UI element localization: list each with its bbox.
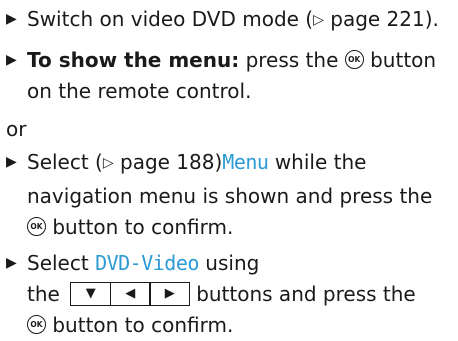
step-text-line: navigation menu is shown and press the (27, 184, 433, 208)
step-text-line: on the remote control. (27, 79, 252, 103)
left-arrow-button-icon: ◀ (109, 281, 151, 306)
step-heading: To show the menu: (27, 48, 240, 72)
step-text: button (363, 48, 437, 72)
right-arrow-button-icon: ▶ (149, 281, 191, 306)
bullet-arrow-icon: ▶ (6, 255, 17, 271)
step-video-dvd-mode: ▶ Switch on video DVD mode (▷ page 221). (6, 3, 439, 38)
step-text: buttons and press the (196, 282, 416, 306)
ok-button-icon: OK (27, 315, 46, 334)
bullet-arrow-icon: ▶ (6, 11, 17, 27)
ok-button-icon: OK (27, 217, 46, 236)
step-text: the (27, 282, 60, 306)
step-show-menu: ▶ To show the menu: press the OK button … (6, 44, 436, 107)
step-text: using (198, 251, 260, 275)
ok-button-icon: OK (344, 50, 364, 69)
step-text: while the (268, 150, 367, 174)
or-separator: or (6, 117, 27, 141)
step-text: press the (239, 48, 345, 72)
page-ref: page 221). (323, 7, 439, 31)
step-select-menu: ▶ Select (▷ page 188)Menu while the navi… (6, 146, 432, 243)
bullet-arrow-icon: ▶ (6, 52, 17, 68)
step-text: Select ( (27, 150, 103, 174)
ui-label-dvd-video: DVD-Video (95, 251, 199, 275)
nav-buttons: ▼ ◀ ▶ (70, 278, 191, 310)
page-ref-icon: ▷ (313, 12, 324, 28)
bullet-arrow-icon: ▶ (6, 154, 17, 170)
step-select-dvd-video: ▶ Select DVD-Video using the ▼ ◀ ▶ buttons … (6, 247, 416, 341)
manual-page: ▶ Switch on video DVD mode (▷ page 221).… (0, 0, 458, 337)
ui-label-menu: Menu (222, 150, 269, 174)
down-arrow-button-icon: ▼ (70, 281, 112, 306)
step-text: Select (27, 251, 96, 275)
step-text-line: button to confirm. (46, 313, 234, 337)
page-ref-icon: ▷ (102, 155, 114, 171)
step-text: Switch on video DVD mode ( (27, 7, 314, 31)
step-text-line: button to confirm. (46, 215, 234, 239)
page-ref: page 188) (113, 150, 223, 174)
